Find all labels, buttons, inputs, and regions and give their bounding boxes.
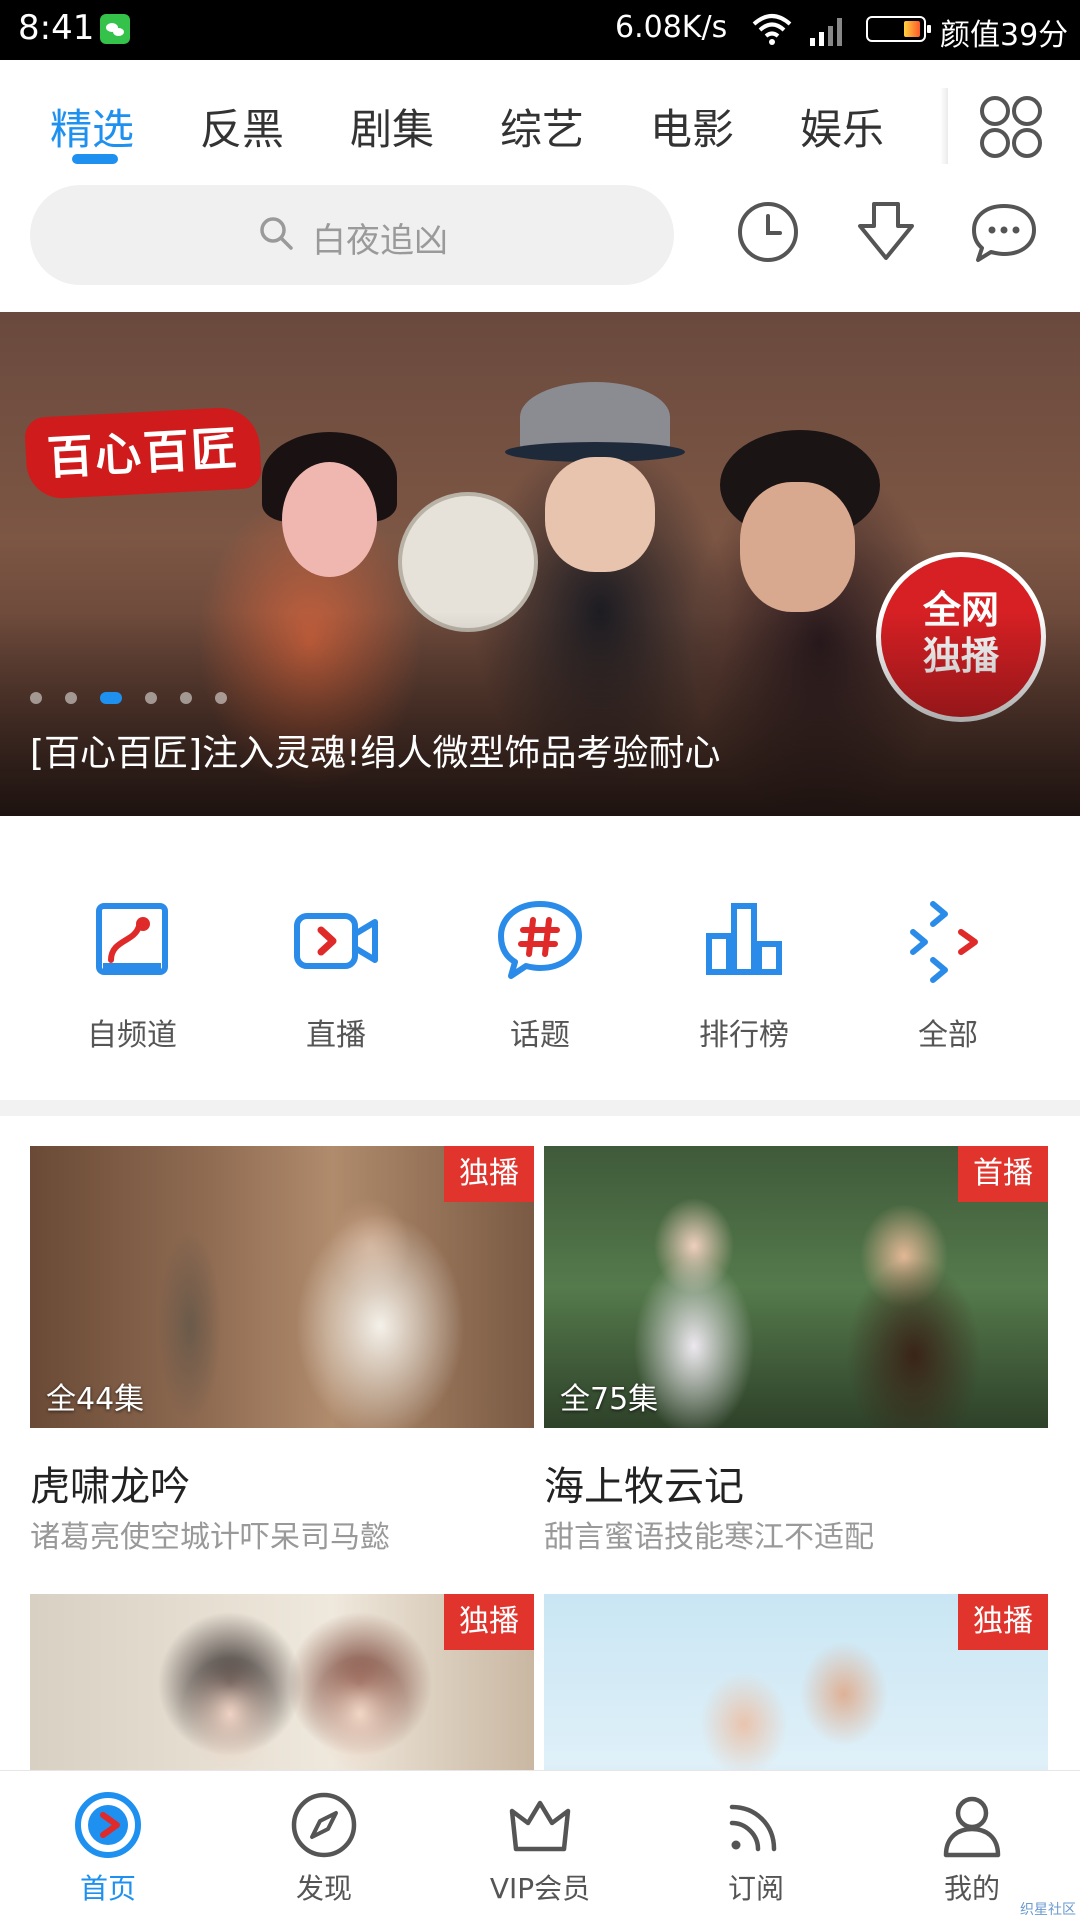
video-thumbnail: 首播 全75集 — [544, 1146, 1048, 1428]
search-icon — [260, 217, 293, 250]
exclusive-badge: 独播 — [958, 1594, 1048, 1650]
video-card[interactable]: 独播 全44集 虎啸龙吟 诸葛亮使空城计吓呆司马懿 — [30, 1146, 534, 1555]
nav-label: 订阅 — [727, 1872, 784, 1905]
tab-fanhei[interactable]: 反黑 — [200, 96, 284, 157]
banner-ornament-plate — [398, 492, 538, 632]
shortcut-rankings[interactable]: 排行榜 — [664, 896, 824, 1054]
message-icon[interactable] — [970, 198, 1038, 266]
carousel-dot — [145, 691, 158, 704]
bottom-nav: 首页 发现 VIP会员 订阅 我的 织星社区 — [0, 1770, 1080, 1921]
active-tab-indicator — [72, 154, 118, 164]
status-score: 颜值39分 — [940, 18, 1069, 53]
crown-icon — [509, 1800, 571, 1852]
carousel-dot-active — [100, 691, 123, 704]
tabs-fade-edge — [940, 88, 948, 164]
exclusive-badge: 独播 — [444, 1146, 534, 1202]
show-logo: 百心百匠 — [24, 405, 262, 501]
video-thumbnail: 独播 全44集 — [30, 1146, 534, 1428]
live-camera-icon — [294, 913, 378, 969]
carousel-dot — [180, 691, 193, 704]
battery-icon — [866, 16, 931, 42]
shortcut-self-channel[interactable]: 自频道 — [52, 896, 212, 1054]
tab-variety[interactable]: 综艺 — [500, 96, 584, 157]
user-icon — [943, 1796, 1001, 1858]
network-speed: 6.08K/s — [615, 10, 728, 45]
download-icon[interactable] — [852, 198, 920, 266]
all-arrows-icon — [910, 901, 978, 983]
self-channel-icon — [96, 903, 168, 975]
rss-icon — [729, 1804, 777, 1852]
wechat-notification-icon — [100, 14, 130, 44]
status-bar: 8:41 6.08K/s 颜值39分 — [0, 0, 1080, 60]
shortcut-label: 全部 — [918, 1018, 978, 1053]
shortcut-live[interactable]: 直播 — [256, 896, 416, 1054]
nav-label: 首页 — [79, 1872, 136, 1905]
shortcut-topics[interactable]: 话题 — [460, 896, 620, 1054]
nav-home[interactable]: 首页 — [18, 1789, 198, 1907]
video-title: 虎啸龙吟 — [30, 1464, 190, 1510]
video-subtitle: 诸葛亮使空城计吓呆司马懿 — [30, 1520, 390, 1555]
rankings-bar-icon — [706, 903, 782, 975]
video-card[interactable]: 首播 全75集 海上牧云记 甜言蜜语技能寒江不适配 — [544, 1146, 1048, 1555]
carousel-indicator — [30, 687, 245, 704]
carousel-dot — [30, 691, 42, 704]
banner-gradient — [0, 612, 1080, 816]
shortcut-label: 自频道 — [87, 1018, 177, 1053]
status-time: 8:41 — [18, 8, 95, 48]
compass-icon — [291, 1792, 357, 1858]
all-channels-grid-icon[interactable] — [980, 96, 1044, 160]
tab-series[interactable]: 剧集 — [350, 96, 434, 157]
carousel-dot — [215, 691, 228, 704]
banner-figure-face — [282, 462, 377, 577]
nav-vip[interactable]: VIP会员 — [450, 1789, 630, 1907]
search-row: 白夜追凶 — [0, 180, 1080, 310]
shortcut-row: 自频道 直播 话题 排行榜 全部 — [0, 816, 1080, 1100]
tab-movies[interactable]: 电影 — [650, 96, 734, 157]
watermark: 织星社区 — [1020, 1902, 1076, 1918]
nav-subscribe[interactable]: 订阅 — [666, 1789, 846, 1907]
episode-count: 全75集 — [560, 1382, 659, 1417]
video-subtitle: 甜言蜜语技能寒江不适配 — [544, 1520, 874, 1555]
history-clock-icon[interactable] — [734, 198, 802, 266]
nav-label: 发现 — [295, 1872, 352, 1905]
nav-discover[interactable]: 发现 — [234, 1789, 414, 1907]
tab-entertainment[interactable]: 娱乐 — [800, 96, 884, 157]
signal-icon — [810, 18, 842, 46]
shortcut-label: 话题 — [510, 1018, 570, 1053]
shortcut-all[interactable]: 全部 — [868, 896, 1028, 1054]
shortcut-label: 排行榜 — [699, 1018, 789, 1053]
episode-count: 全44集 — [46, 1382, 145, 1417]
channel-tabs: 精选 反黑 剧集 综艺 电影 娱乐 — [0, 60, 1080, 180]
carousel-dot — [65, 691, 78, 704]
home-play-icon — [75, 1792, 141, 1858]
video-title: 海上牧云记 — [544, 1464, 744, 1510]
wifi-icon — [752, 14, 792, 45]
search-input[interactable]: 白夜追凶 — [30, 185, 674, 285]
section-divider — [0, 1100, 1080, 1116]
tab-featured[interactable]: 精选 — [50, 96, 134, 157]
hero-banner[interactable]: 百心百匠 全网 独播 [百心百匠]注入灵魂!绢人微型饰品考验耐心 — [0, 312, 1080, 816]
nav-me[interactable]: 我的 — [882, 1789, 1062, 1907]
nav-label: VIP会员 — [489, 1872, 591, 1905]
premiere-badge: 首播 — [958, 1146, 1048, 1202]
banner-person-face-2 — [740, 482, 855, 612]
banner-person-face — [545, 457, 655, 572]
banner-caption: [百心百匠]注入灵魂!绢人微型饰品考验耐心 — [30, 733, 721, 774]
search-placeholder: 白夜追凶 — [312, 221, 448, 261]
topic-hashtag-icon — [498, 901, 582, 979]
shortcut-label: 直播 — [306, 1018, 366, 1053]
exclusive-badge: 独播 — [444, 1594, 534, 1650]
